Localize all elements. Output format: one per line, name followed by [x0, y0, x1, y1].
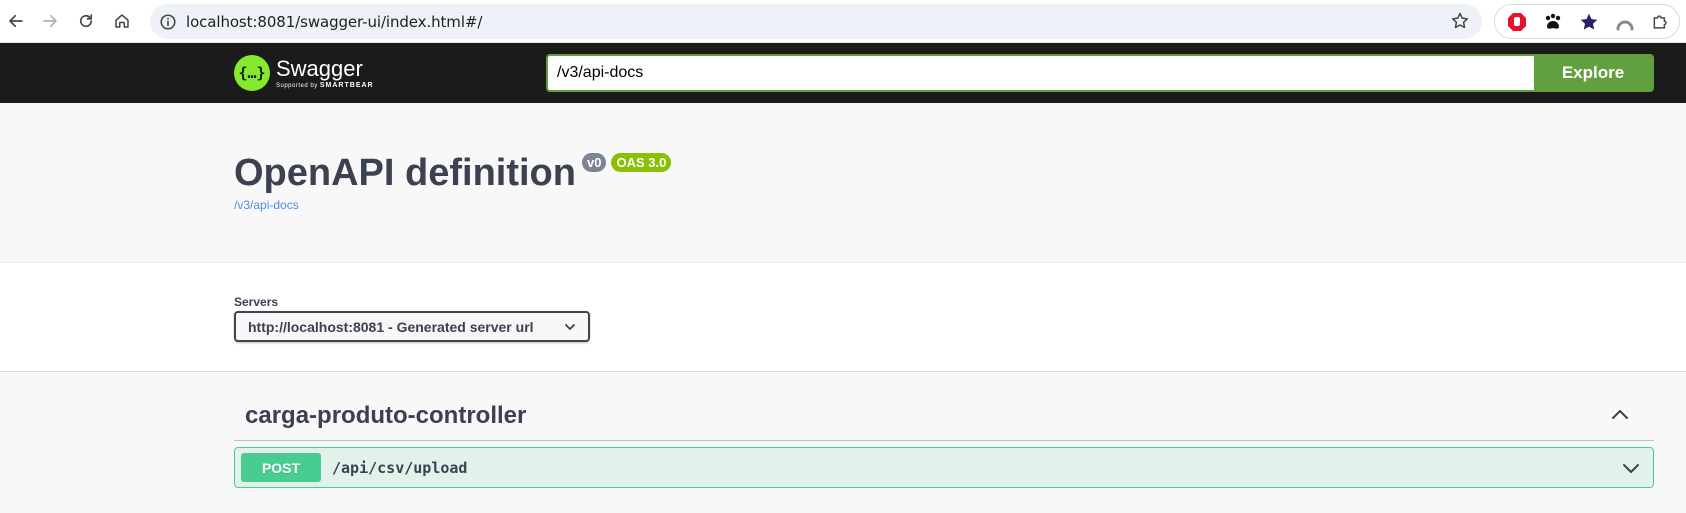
- swagger-logo[interactable]: {…} Swagger Supported by SMARTBEAR: [234, 52, 374, 94]
- swagger-logo-subtitle: Supported by SMARTBEAR: [276, 82, 374, 89]
- oas-badge: OAS 3.0: [611, 153, 672, 172]
- operations-section: carga-produto-controller POST /api/csv/u…: [0, 372, 1686, 513]
- operation-post-upload[interactable]: POST /api/csv/upload: [234, 447, 1654, 488]
- operation-path: /api/csv/upload: [332, 459, 468, 477]
- servers-selected-value: http://localhost:8081 - Generated server…: [248, 318, 534, 335]
- puzzle-extensions-icon[interactable]: [1651, 12, 1671, 32]
- spec-link[interactable]: /v3/api-docs: [234, 198, 299, 212]
- chevron-down-icon[interactable]: [1621, 458, 1641, 478]
- arc-extension-icon[interactable]: [1615, 12, 1635, 32]
- tag-name[interactable]: carga-produto-controller: [245, 402, 526, 430]
- servers-section: Servers http://localhost:8081 - Generate…: [0, 263, 1686, 372]
- reload-icon[interactable]: [72, 7, 100, 35]
- bookmark-star-icon[interactable]: [1450, 11, 1470, 31]
- paw-extension-icon[interactable]: [1543, 12, 1563, 32]
- extensions-bar: [1494, 4, 1680, 39]
- browser-toolbar: localhost:8081/swagger-ui/index.html#/: [0, 0, 1686, 43]
- site-info-icon[interactable]: [158, 12, 178, 32]
- swagger-logo-title: Swagger: [276, 56, 363, 81]
- star-extension-icon[interactable]: [1579, 12, 1599, 32]
- chevron-up-icon[interactable]: [1610, 405, 1630, 425]
- explore-form: Explore: [546, 54, 1654, 92]
- address-bar[interactable]: localhost:8081/swagger-ui/index.html#/: [150, 4, 1482, 39]
- title-row: OpenAPI definition v0 OAS 3.0: [234, 151, 672, 195]
- swagger-logo-icon: {…}: [234, 55, 270, 91]
- spec-url-input[interactable]: [548, 56, 1534, 90]
- forward-arrow-icon[interactable]: [36, 7, 64, 35]
- method-badge: POST: [241, 453, 321, 482]
- api-info: OpenAPI definition v0 OAS 3.0 /v3/api-do…: [0, 103, 1686, 263]
- adblock-icon[interactable]: [1507, 12, 1527, 32]
- explore-button[interactable]: Explore: [1534, 56, 1652, 90]
- home-icon[interactable]: [108, 7, 136, 35]
- back-arrow-icon[interactable]: [2, 7, 30, 35]
- swagger-topbar: {…} Swagger Supported by SMARTBEAR Explo…: [0, 43, 1686, 103]
- chevron-down-icon: [565, 324, 575, 330]
- tag-header[interactable]: carga-produto-controller: [234, 372, 1654, 441]
- servers-select[interactable]: http://localhost:8081 - Generated server…: [234, 311, 590, 342]
- url-text[interactable]: localhost:8081/swagger-ui/index.html#/: [186, 13, 482, 31]
- version-badge: v0: [581, 153, 607, 172]
- page-title: OpenAPI definition: [234, 152, 576, 194]
- servers-label: Servers: [234, 295, 279, 309]
